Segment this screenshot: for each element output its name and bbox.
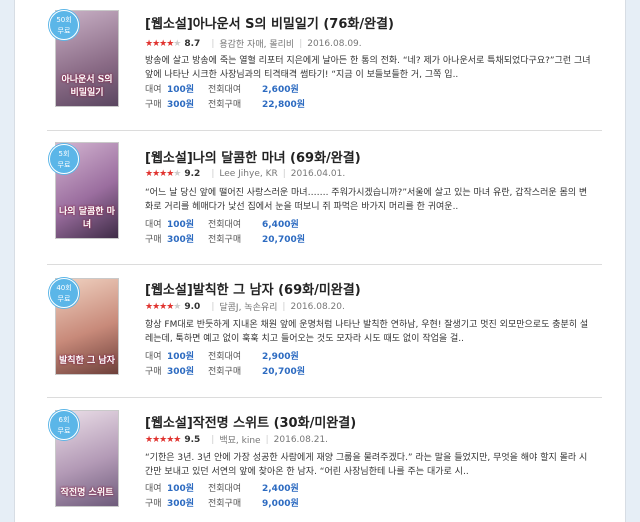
price-info: 대여 100원 전회대여 2,900원 구매 300원 전회구매 20,700원	[145, 350, 305, 380]
rating-stars: ★★★★★	[145, 301, 181, 312]
rating-stars: ★★★★★	[145, 434, 181, 445]
rating-stars: ★★★★★	[145, 169, 181, 179]
cover-title-art: 발칙한 그 남자	[59, 356, 115, 366]
divider	[47, 130, 602, 131]
book-description: 항상 FM대로 반듯하게 지내온 채원 앞에 운명처럼 나타난 발칙한 연하남,…	[145, 320, 589, 344]
book-meta: ★★★★★ 9.2 | Lee Jihye, KR | 2016.04.01.	[145, 169, 346, 179]
book-title-link[interactable]: [웹소설]나의 달콤한 마녀 (69화/완결)	[145, 147, 361, 166]
author-link[interactable]: 달콤J, 녹손유리	[219, 300, 277, 313]
book-description: 방송에 살고 방송에 죽는 열혈 리포터 지은에게 날아든 한 통의 전화. “…	[145, 56, 591, 80]
price-info: 대여 100원 전회대여 2,600원 구매 300원 전회구매 22,800원	[145, 83, 305, 113]
buy-price: 300원	[167, 235, 195, 245]
rating-value: 9.0	[184, 301, 201, 312]
cover-title-art: 아나운서 S의 비밀일기	[61, 75, 113, 98]
rent-price: 100원	[167, 484, 195, 494]
divider	[47, 264, 602, 265]
rating-value: 9.2	[184, 169, 201, 179]
free-episodes-badge: 50회 무료	[49, 10, 79, 40]
free-episodes-badge: 5회 무료	[49, 144, 79, 174]
rent-price: 100원	[167, 85, 195, 95]
author-link[interactable]: Lee Jihye, KR	[219, 169, 277, 179]
publish-date: 2016.08.09.	[307, 38, 362, 49]
rating-value: 8.7	[184, 38, 201, 49]
rent-all-price: 2,900원	[262, 352, 299, 362]
book-list-panel: 아나운서 S의 비밀일기 50회 무료 [웹소설]아나운서 S의 비밀일기 (76…	[14, 0, 626, 522]
rent-all-price: 6,400원	[262, 220, 299, 230]
rent-all-price: 2,600원	[262, 85, 299, 95]
book-meta: ★★★★★ 9.0 | 달콤J, 녹손유리 | 2016.08.20.	[145, 300, 345, 314]
rating-stars: ★★★★★	[145, 38, 181, 49]
book-title-link[interactable]: [웹소설]아나운서 S의 비밀일기 (76화/완결)	[145, 13, 394, 32]
buy-price: 300원	[167, 367, 195, 377]
cover-title-art: 작전명 스위트	[60, 488, 114, 498]
book-description: “기한은 3년. 3년 안에 가장 성공한 사람에게 재양 그룹을 물려주겠다.…	[145, 453, 588, 477]
book-meta: ★★★★★ 9.5 | 백묘, kine | 2016.08.21.	[145, 433, 329, 447]
list-item[interactable]: 작전명 스위트 6회 무료 [웹소설]작전명 스위트 (30화/미완결) ★★★★…	[15, 402, 625, 522]
list-item[interactable]: 나의 달콤한 마녀 5회 무료 [웹소설]나의 달콤한 마녀 (69화/완결) ★…	[15, 136, 625, 264]
buy-price: 300원	[167, 100, 195, 110]
rent-price: 100원	[167, 352, 195, 362]
price-info: 대여 100원 전회대여 6,400원 구매 300원 전회구매 20,700원	[145, 218, 305, 248]
free-episodes-badge: 40회 무료	[49, 278, 79, 308]
author-link[interactable]: 용감한 자매, 몰리비	[219, 37, 294, 50]
book-title-link[interactable]: [웹소설]발칙한 그 남자 (69화/미완결)	[145, 279, 361, 298]
rent-price: 100원	[167, 220, 195, 230]
author-link[interactable]: 백묘, kine	[219, 433, 260, 446]
book-meta: ★★★★★ 8.7 | 용감한 자매, 몰리비 | 2016.08.09.	[145, 37, 362, 51]
divider	[47, 397, 602, 398]
buy-all-price: 20,700원	[262, 367, 306, 377]
publish-date: 2016.04.01.	[290, 169, 346, 179]
free-episodes-badge: 6회 무료	[49, 410, 79, 440]
publish-date: 2016.08.20.	[290, 301, 345, 312]
cover-title-art: 나의 달콤한 마녀	[59, 207, 115, 230]
price-info: 대여 100원 전회대여 2,400원 구매 300원 전회구매 9,000원	[145, 482, 299, 512]
book-description: “어느 날 당신 앞에 떨어진 사랑스러운 마녀……. 주워가시겠습니까?”서울…	[145, 188, 588, 212]
buy-all-price: 9,000원	[262, 499, 299, 509]
rent-all-price: 2,400원	[262, 484, 299, 494]
buy-all-price: 20,700원	[262, 235, 306, 245]
rating-value: 9.5	[184, 434, 201, 445]
buy-all-price: 22,800원	[262, 100, 306, 110]
publish-date: 2016.08.21.	[273, 434, 329, 445]
list-item[interactable]: 아나운서 S의 비밀일기 50회 무료 [웹소설]아나운서 S의 비밀일기 (76…	[15, 0, 625, 128]
buy-price: 300원	[167, 499, 195, 509]
list-item[interactable]: 발칙한 그 남자 40회 무료 [웹소설]발칙한 그 남자 (69화/미완결) ★…	[15, 270, 625, 398]
book-title-link[interactable]: [웹소설]작전명 스위트 (30화/미완결)	[145, 412, 356, 431]
